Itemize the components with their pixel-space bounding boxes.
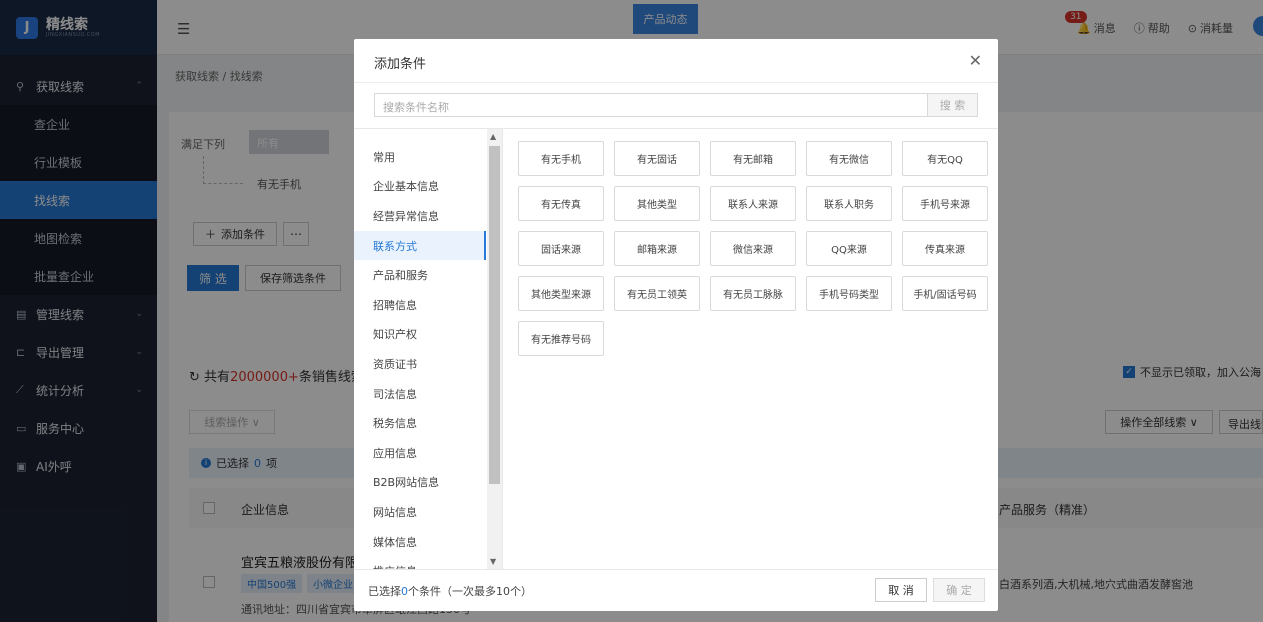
condition-option[interactable]: 微信来源	[710, 231, 796, 266]
category-item[interactable]: 招聘信息	[354, 290, 486, 320]
condition-option[interactable]: 手机号码类型	[806, 276, 892, 311]
scroll-up-icon[interactable]: ▲	[490, 132, 496, 141]
category-scrollbar[interactable]: ▲ ▼	[487, 129, 502, 569]
condition-option[interactable]: 有无QQ	[902, 141, 988, 176]
condition-search-input[interactable]: 搜索条件名称	[374, 93, 928, 117]
condition-option[interactable]: 有无员工脉脉	[710, 276, 796, 311]
condition-option[interactable]: 有无微信	[806, 141, 892, 176]
category-list: 常用 企业基本信息 经营异常信息 联系方式 产品和服务 招聘信息 知识产权 资质证书 司法信息税…	[354, 129, 486, 569]
app-root: J 精线索 JINGXIANSUO.COM ⚲ 获取线索 ⌃ 查企业 行业模板 …	[0, 0, 1263, 622]
footer-prefix: 已选择	[368, 585, 401, 598]
category-item[interactable]: B2B网站信息	[354, 468, 486, 498]
close-icon[interactable]: ✕	[969, 51, 982, 70]
search-button[interactable]: 搜 索	[927, 93, 978, 117]
category-item[interactable]: 司法信息	[354, 379, 486, 409]
category-item[interactable]: 推广信息	[354, 556, 486, 569]
condition-option[interactable]: 传真来源	[902, 231, 988, 266]
footer-suffix: 个条件（一次最多10个）	[408, 585, 532, 598]
condition-option[interactable]: 有无固话	[614, 141, 700, 176]
condition-option[interactable]: 其他类型来源	[518, 276, 604, 311]
category-item[interactable]: 联系方式	[354, 230, 486, 261]
condition-option[interactable]: 邮箱来源	[614, 231, 700, 266]
condition-option[interactable]: 有无员工领英	[614, 276, 700, 311]
condition-option[interactable]: 有无推荐号码	[518, 321, 604, 356]
category-item[interactable]: 知识产权	[354, 320, 486, 350]
condition-option[interactable]: 联系人职务	[806, 186, 892, 221]
category-item[interactable]: 经营异常信息	[354, 201, 486, 231]
modal-divider	[354, 82, 998, 83]
condition-option[interactable]: 固话来源	[518, 231, 604, 266]
add-condition-modal: 添加条件 ✕ 搜索条件名称 搜 索 常用 企业基本信息 经营异常信息 联系方式 产品和服…	[354, 39, 998, 611]
selected-conditions-info: 已选择0个条件（一次最多10个）	[368, 583, 532, 599]
condition-option[interactable]: 有无手机	[518, 141, 604, 176]
modal-title: 添加条件	[374, 57, 427, 72]
condition-option[interactable]: 手机/固话号码	[902, 276, 988, 311]
confirm-button[interactable]: 确 定	[933, 578, 985, 602]
scroll-down-icon[interactable]: ▼	[490, 557, 496, 566]
condition-option[interactable]: QQ来源	[806, 231, 892, 266]
condition-option[interactable]: 其他类型	[614, 186, 700, 221]
modal-body: 常用 企业基本信息 经营异常信息 联系方式 产品和服务 招聘信息 知识产权 资质证书 司法信息税…	[354, 128, 998, 570]
condition-option[interactable]: 有无传真	[518, 186, 604, 221]
category-item[interactable]: 网站信息	[354, 497, 486, 527]
footer-count: 0	[401, 585, 408, 598]
category-item[interactable]: 应用信息	[354, 438, 486, 468]
category-item[interactable]: 媒体信息	[354, 527, 486, 557]
condition-option[interactable]: 联系人来源	[710, 186, 796, 221]
condition-option[interactable]: 有无邮箱	[710, 141, 796, 176]
category-item[interactable]: 资质证书	[354, 349, 486, 379]
category-item[interactable]: 企业基本信息	[354, 172, 486, 202]
condition-grid: 有无手机 有无固话 有无邮箱 有无微信 有无QQ 有无传真 其他类型 联系人来源 联系人职务 手机…	[518, 141, 990, 356]
category-item[interactable]: 常用	[354, 142, 486, 172]
scroll-thumb[interactable]	[489, 146, 500, 484]
category-item[interactable]: 税务信息	[354, 408, 486, 438]
category-item[interactable]: 产品和服务	[354, 260, 486, 290]
condition-area: 有无手机 有无固话 有无邮箱 有无微信 有无QQ 有无传真 其他类型 联系人来源 联系人职务 手机…	[502, 129, 998, 569]
cancel-button[interactable]: 取 消	[875, 578, 927, 602]
condition-option[interactable]: 手机号来源	[902, 186, 988, 221]
